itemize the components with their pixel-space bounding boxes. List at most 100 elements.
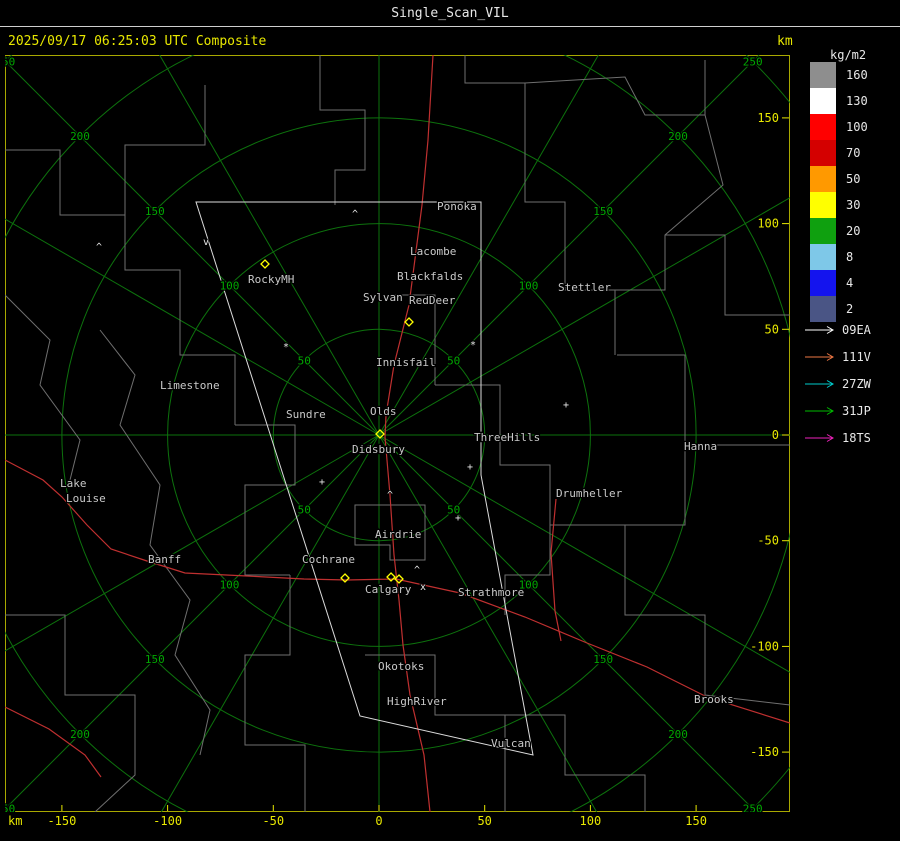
city-label: Airdrie [375, 528, 421, 541]
radar-arrow-icon [805, 406, 834, 415]
radar-legend-item: 111V [804, 343, 871, 370]
radar-arrow-icon [805, 325, 834, 334]
city-marker-diamond-icon [404, 317, 414, 327]
ring-distance-label: 200 [70, 130, 90, 143]
city-label: Lacombe [410, 245, 456, 258]
city-label: HighRiver [387, 695, 447, 708]
county-boundary-line [524, 60, 706, 116]
radar-legend-item: 31JP [804, 397, 871, 424]
city-label: Limestone [160, 379, 220, 392]
map-svg[interactable]: 5050505010010010010015015015015020020020… [0, 0, 900, 841]
city-marker-diamond-icon [386, 572, 396, 582]
city-marker-diamond-icon [260, 259, 270, 269]
colorbar-swatch [810, 88, 836, 114]
county-boundary-line [5, 614, 136, 813]
title-bar: Single_Scan_VIL [0, 0, 900, 26]
highway-line [550, 498, 562, 642]
colorbar-entry: 70 [810, 140, 868, 166]
colorbar-value: 130 [846, 94, 868, 108]
city-label: Lake [60, 477, 87, 490]
colorbar-value: 30 [846, 198, 861, 212]
county-boundary-line [665, 234, 790, 316]
colorbar-entry: 50 [810, 166, 868, 192]
ring-distance-label: 100 [519, 280, 539, 293]
city-label: Strathmore [458, 586, 524, 599]
ring-distance-label: 50 [298, 504, 311, 517]
bottom-axis-tick-label: 150 [685, 814, 707, 828]
county-boundary-line [505, 714, 646, 812]
ring-distance-label: 100 [220, 280, 240, 293]
right-axis-tick-label: 0 [772, 428, 779, 442]
point-marker-icon: ^ [96, 242, 102, 253]
radar-id: 09EA [842, 322, 871, 337]
ring-distance-label: 150 [145, 653, 165, 666]
right-axis-unit-label: km [777, 34, 793, 49]
bottom-axis-tick-label: -100 [153, 814, 183, 828]
city-labels: Ponoka Lacombe Blackfalds Sylvan RedDeer Rock… [59, 199, 735, 752]
radar-arrow-icon [805, 379, 834, 388]
park-boundary-line [4, 294, 81, 481]
scan-timestamp: 2025/09/17 06:25:03 UTC Composite [8, 34, 267, 49]
ring-distance-label: 200 [70, 728, 90, 741]
city-label: Didsbury [352, 443, 405, 456]
ring-distance-label: 250 [5, 803, 15, 812]
highway-line [4, 706, 102, 778]
bottom-axis-tick-label: -150 [47, 814, 77, 828]
colorbar-value: 70 [846, 146, 861, 160]
colorbar-entries: 160 130 100 70 50 30 20 8 4 2 [810, 62, 868, 322]
legend-sidebar: kg/m2 160 130 100 70 50 30 20 8 4 2 09EA 111V 27Z… [800, 26, 900, 841]
bottom-axis-tick-label: 50 [477, 814, 492, 828]
point-marker-icon: + [467, 462, 473, 473]
colorbar-swatch [810, 114, 836, 140]
ring-distance-label: 250 [743, 55, 763, 68]
city-label: Sylvan [363, 291, 403, 304]
colorbar-value: 160 [846, 68, 868, 82]
radar-viewer-window: Single_Scan_VIL 2025/09/17 06:25:03 UTC … [0, 0, 900, 841]
city-label: RedDeer [409, 294, 456, 307]
right-axis-tick-label: 100 [757, 217, 779, 231]
ring-distance-label: 50 [298, 354, 311, 367]
radar-id: 31JP [842, 403, 871, 418]
colorbar-entry: 4 [810, 270, 868, 296]
range-spoke [127, 0, 380, 436]
county-boundary-line [365, 654, 506, 812]
point-marker-icon: ^ [352, 209, 358, 220]
colorbar-value: 100 [846, 120, 868, 134]
colorbar-swatch [810, 218, 836, 244]
radar-arrow-icon [805, 352, 834, 361]
city-label: Ponoka [437, 200, 477, 213]
county-boundary-line [624, 445, 791, 706]
map-area: 50 50 50 50 100 100 100 100 150 150 150 150 200 200 20… [0, 0, 900, 841]
title-separator [0, 26, 900, 27]
radar-legend-item: 09EA [804, 316, 871, 343]
city-label: Vulcan [491, 737, 531, 750]
right-axis-tick-label: 150 [757, 111, 779, 125]
colorbar-swatch [810, 192, 836, 218]
city-label: RockyMH [248, 273, 294, 286]
point-marker-icon: * [470, 340, 476, 351]
right-axis-tick-label: 50 [765, 322, 779, 336]
city-label: Brooks [694, 693, 734, 706]
radar-id: 27ZW [842, 376, 871, 391]
radar-arrow-icon [805, 433, 834, 442]
colorbar-entry: 20 [810, 218, 868, 244]
point-marker-icon: ^ [414, 565, 420, 576]
city-label: Louise [66, 492, 106, 505]
ring-distance-label: 150 [145, 205, 165, 218]
ring-distance-label: 150 [593, 653, 613, 666]
colorbar-swatch [810, 62, 836, 88]
county-boundary-line [435, 384, 625, 526]
county-boundary-line [244, 575, 306, 812]
point-marker-icon: ^ [387, 490, 393, 501]
radar-legend-item: 27ZW [804, 370, 871, 397]
ring-distance-label: 250 [743, 803, 763, 812]
bottom-axis-tick-label: 0 [375, 814, 383, 828]
county-boundary-line [504, 525, 551, 615]
point-marker-icon: * [283, 342, 289, 353]
ring-distance-label: 200 [668, 130, 688, 143]
right-axis-tick-label: -50 [757, 534, 779, 548]
county-boundary-line [395, 294, 436, 385]
ring-distance-label: 50 [447, 354, 460, 367]
colorbar-swatch [810, 140, 836, 166]
bottom-axis-tick-label: -50 [262, 814, 285, 828]
